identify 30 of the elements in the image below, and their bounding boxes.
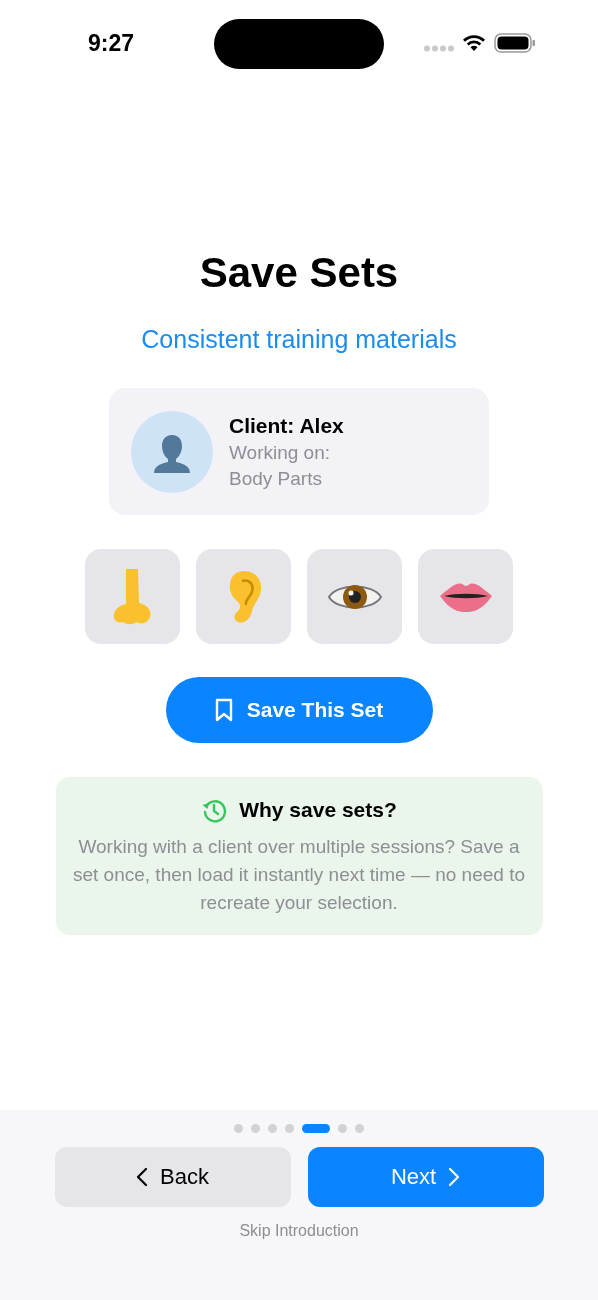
page-dot[interactable] — [285, 1124, 294, 1133]
battery-icon — [494, 33, 536, 53]
page-dot[interactable] — [251, 1124, 260, 1133]
page-subtitle: Consistent training materials — [141, 324, 457, 354]
chevron-right-icon — [448, 1167, 461, 1187]
next-button[interactable]: Next — [307, 1147, 544, 1207]
client-name: Client: Alex — [229, 413, 344, 438]
page-dot[interactable] — [234, 1124, 243, 1133]
emoji-tile[interactable] — [85, 549, 180, 644]
working-on-label: Working on: — [229, 441, 332, 464]
info-title: Why save sets? — [239, 798, 397, 822]
wifi-icon — [462, 34, 486, 52]
emoji-tile[interactable] — [418, 549, 513, 644]
save-set-button[interactable]: Save This Set — [165, 677, 433, 743]
emoji-tile[interactable] — [307, 549, 402, 644]
page-dot[interactable] — [338, 1124, 347, 1133]
history-icon — [201, 797, 228, 823]
bookmark-icon — [214, 698, 233, 722]
info-text: Working with a client over multiple sessions? Save a set once, then load it instantly next time — no need to recreate your selection. — [71, 835, 527, 915]
skip-introduction-link[interactable]: Skip Introduction — [239, 1222, 359, 1240]
status-time: 9:27 — [88, 30, 135, 57]
avatar-icon — [131, 410, 213, 493]
chevron-left-icon — [136, 1167, 149, 1187]
topic-text: Body Parts — [229, 467, 323, 490]
emoji-tile[interactable] — [196, 549, 291, 644]
page-dot[interactable] — [355, 1124, 364, 1133]
page-title: Save Sets — [199, 248, 399, 298]
page-dot[interactable] — [268, 1124, 277, 1133]
signal-icon — [424, 44, 454, 52]
back-button[interactable]: Back — [54, 1147, 291, 1207]
